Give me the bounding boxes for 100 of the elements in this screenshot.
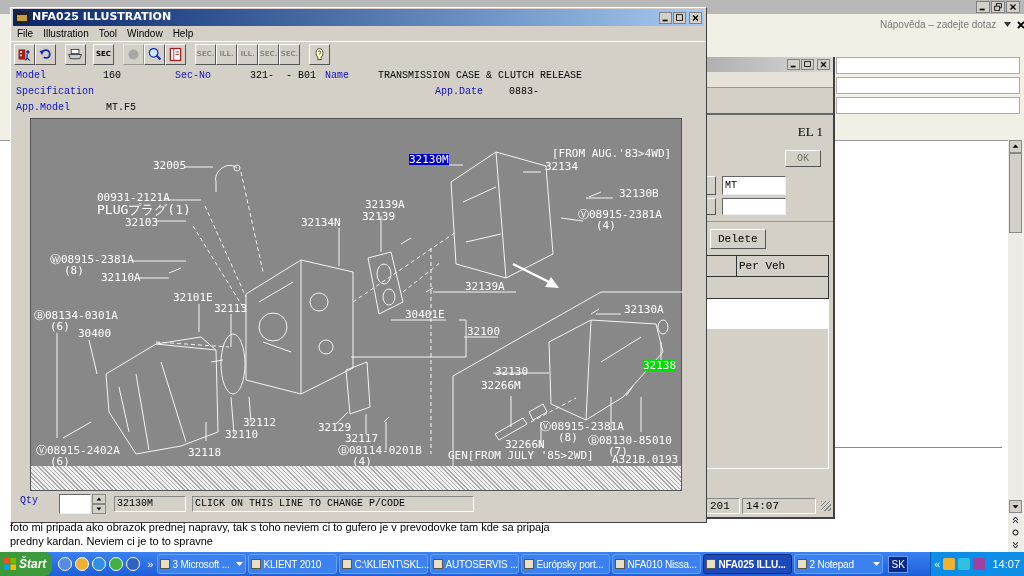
part-number-label[interactable]: 32118 (188, 447, 222, 458)
part-number-label[interactable]: 32110A (101, 272, 141, 283)
form-field[interactable] (836, 57, 1020, 74)
part-number-label[interactable]: 32117 (345, 433, 379, 444)
part-number-label[interactable]: (4) (352, 456, 372, 467)
part-number-label[interactable]: 32129 (318, 422, 352, 433)
menu-item[interactable]: File (17, 26, 34, 41)
book-icon[interactable] (165, 44, 186, 65)
part-number-label[interactable]: 32130A (624, 304, 664, 315)
more-button[interactable]: » (147, 555, 154, 573)
input-field[interactable] (722, 197, 786, 215)
part-number-label[interactable]: 00931-2121A (97, 192, 170, 203)
expand-tray-button[interactable]: « (934, 555, 941, 573)
part-number-label[interactable]: GEN[FROM JULY '85>2WD] (448, 450, 594, 461)
taskbar-button[interactable]: NFA025 ILLU... (703, 554, 793, 574)
vertical-scrollbar[interactable] (1008, 140, 1022, 552)
close-icon[interactable] (817, 59, 830, 70)
exit-icon[interactable] (14, 44, 35, 65)
part-number-label[interactable]: Ⓥ08915-2381A (540, 421, 624, 432)
restore-icon[interactable] (991, 1, 1005, 13)
part-number-label[interactable]: 32134 (545, 161, 579, 172)
undo-icon[interactable] (35, 44, 56, 65)
part-number-label[interactable]: 32103 (125, 217, 159, 228)
qty-field[interactable] (59, 494, 91, 514)
part-number-label[interactable]: (4) (596, 220, 616, 231)
part-number-label[interactable]: 32005 (153, 160, 187, 171)
close-icon[interactable] (1006, 1, 1020, 13)
part-number-label[interactable]: 32130M (409, 154, 449, 165)
part-number-label[interactable]: 32266M (481, 380, 521, 391)
close-icon[interactable] (689, 11, 702, 24)
field-button[interactable] (706, 197, 716, 215)
part-number-label[interactable]: (8) (558, 432, 578, 443)
part-number-label[interactable]: 32266N (505, 439, 545, 450)
part-number-label[interactable]: (6) (50, 456, 70, 467)
taskbar-button[interactable]: Európsky port... (521, 554, 611, 574)
part-number-label[interactable]: 32130B (619, 188, 659, 199)
scroll-down-icon[interactable] (1008, 500, 1022, 513)
part-number-label[interactable]: Ⓦ08915-2381A (50, 254, 134, 265)
dropdown-arrow-icon[interactable] (1004, 22, 1011, 27)
quick-launch-icon[interactable] (92, 557, 107, 571)
close-icon[interactable] (1017, 20, 1024, 29)
part-number-label[interactable]: Ⓑ08134-0301A (34, 310, 118, 321)
part-number-label[interactable]: 30400 (78, 328, 112, 339)
taskbar-button[interactable]: 2 Notepad (794, 554, 884, 574)
search-icon[interactable] (144, 44, 165, 65)
help-icon[interactable] (309, 44, 330, 65)
change-code-link[interactable]: CLICK ON THIS LINE TO CHANGE P/CODE (192, 496, 474, 512)
minimize-icon[interactable] (976, 1, 990, 13)
resize-grip-icon[interactable] (821, 501, 831, 511)
minimize-icon[interactable] (787, 59, 800, 70)
taskbar-button[interactable]: C:\KLIENT\SKL... (339, 554, 429, 574)
part-number-label[interactable]: 32130 (495, 366, 529, 377)
quick-launch-icon[interactable] (75, 557, 90, 571)
taskbar-button[interactable]: NFA010 Nissa... (612, 554, 702, 574)
part-number-label[interactable]: (8) (64, 265, 84, 276)
part-number-label[interactable]: 32112 (243, 417, 277, 428)
type-field[interactable]: MT (722, 175, 786, 195)
menu-item[interactable]: Tool (98, 26, 118, 41)
part-number-label[interactable]: Ⓑ08130-85010 (588, 435, 672, 446)
taskbar-button[interactable]: KLIENT 2010 (248, 554, 338, 574)
part-number-label[interactable]: Ⓥ08915-2381A (578, 209, 662, 220)
maximize-icon[interactable] (673, 11, 686, 24)
part-number-label[interactable]: (6) (50, 321, 70, 332)
part-number-label[interactable]: 32138 (643, 360, 677, 371)
scroll-up-icon[interactable] (1008, 140, 1022, 153)
part-number-label[interactable]: 32139 (362, 211, 396, 222)
part-number-label[interactable]: 32134N (301, 217, 341, 228)
part-number-label[interactable]: [FROM AUG.'83>4WD] (552, 148, 672, 159)
language-indicator[interactable]: SK (888, 555, 908, 573)
spin-up-icon[interactable] (92, 494, 106, 504)
quick-launch-icon[interactable] (109, 557, 124, 571)
menu-item[interactable]: Help (172, 26, 194, 41)
menu-item[interactable]: Illustration (43, 26, 89, 41)
delete-button[interactable]: Delete (710, 228, 766, 249)
start-button[interactable]: Štart (0, 552, 53, 576)
field-button[interactable] (706, 175, 716, 195)
maximize-icon[interactable] (801, 59, 814, 70)
taskbar-button[interactable]: 3 Microsoft ... (157, 554, 247, 574)
minimize-icon[interactable] (659, 11, 672, 24)
quick-launch-icon[interactable] (126, 557, 141, 571)
quick-launch-icon[interactable] (58, 557, 73, 571)
print-icon[interactable] (65, 44, 86, 65)
menu-item[interactable]: Window (127, 26, 163, 41)
part-number-label[interactable]: 30401E (405, 309, 445, 320)
part-number-label[interactable]: 32101E (173, 292, 213, 303)
part-number-label[interactable]: 32110 (225, 429, 259, 440)
part-number-label[interactable]: PLUGプラグ(1) (97, 203, 191, 216)
part-number-label[interactable]: 32139A (465, 281, 505, 292)
part-number-label[interactable]: 32100 (467, 326, 501, 337)
part-number-label[interactable]: 32113 (214, 303, 248, 314)
help-search-field[interactable]: Nápověda – zadejte dotaz (880, 17, 998, 32)
part-number-label[interactable]: Ⓥ08915-2402A (36, 445, 120, 456)
form-field[interactable] (836, 77, 1020, 94)
scrollbar-thumb[interactable] (1008, 153, 1022, 233)
part-number-label[interactable]: 32139A (365, 199, 405, 210)
taskbar-button[interactable]: AUTOSERVIS ... (430, 554, 520, 574)
spin-down-icon[interactable] (92, 504, 106, 514)
part-number-label[interactable]: (7) (608, 446, 628, 457)
part-number-label[interactable]: Ⓑ08114-0201B (338, 445, 422, 456)
part-number-label[interactable]: A321B.0193 (612, 454, 679, 465)
